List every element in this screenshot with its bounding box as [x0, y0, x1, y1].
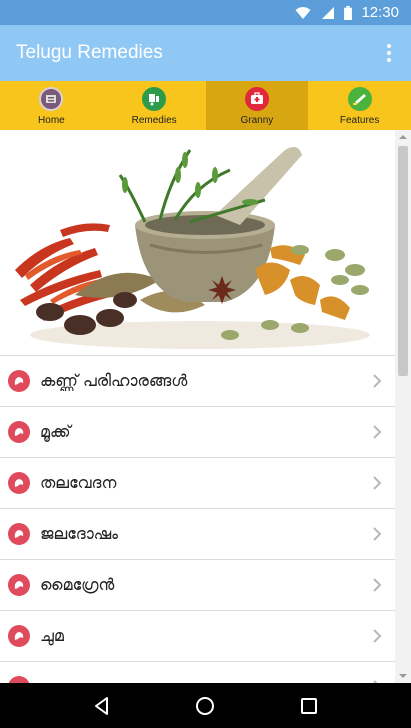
tab-label: Features — [339, 115, 380, 126]
scrollbar[interactable] — [395, 130, 411, 683]
status-bar: 12:30 — [0, 0, 411, 25]
first-aid-kit-icon — [244, 87, 269, 111]
back-icon[interactable] — [82, 686, 122, 726]
list-item[interactable]: മൈഗ്രേൻ — [0, 559, 395, 610]
scroll-up-arrow-icon[interactable] — [395, 130, 411, 144]
list-item-label: തലവേദന — [40, 473, 117, 492]
list-item[interactable]: കണ്ണ് പരിഹാരങ്ങൾ — [0, 355, 395, 406]
app-screen: 12:30 Telugu Remedies Home Remedies Gran… — [0, 0, 411, 728]
hero-image — [0, 130, 395, 353]
remedy-list-icon — [8, 574, 30, 596]
chevron-right-icon — [373, 578, 382, 592]
battery-icon — [344, 5, 353, 20]
list-item[interactable] — [0, 661, 395, 683]
list-item-label: ജലദോഷം — [40, 524, 118, 543]
chevron-right-icon — [373, 374, 382, 388]
list-item-label: ചുമ — [40, 626, 64, 645]
chevron-right-icon — [373, 425, 382, 439]
remedy-list-icon — [8, 523, 30, 545]
list-item[interactable]: ജലദോഷം — [0, 508, 395, 559]
tab-remedies[interactable]: Remedies — [103, 81, 206, 130]
wifi-icon — [295, 6, 311, 19]
remedy-list-icon — [8, 676, 30, 683]
tab-label: Granny — [240, 115, 274, 126]
home-icon — [39, 87, 64, 111]
remedy-list-icon — [8, 421, 30, 443]
remedies-icon — [142, 87, 167, 111]
app-title: Telugu Remedies — [16, 42, 163, 63]
remedy-list-icon — [8, 370, 30, 392]
tab-bar: Home Remedies Granny Features — [0, 81, 411, 130]
list-item[interactable]: മൂക്ക് — [0, 406, 395, 457]
list-item[interactable]: ചുമ — [0, 610, 395, 661]
scroll-down-arrow-icon[interactable] — [395, 669, 411, 683]
list-item-label: കണ്ണ് പരിഹാരങ്ങൾ — [40, 371, 188, 390]
remedy-list-icon — [8, 625, 30, 647]
remedy-list-icon — [8, 472, 30, 494]
signal-icon — [322, 6, 335, 19]
tab-granny[interactable]: Granny — [205, 81, 309, 130]
list-item[interactable]: തലവേദന — [0, 457, 395, 508]
tab-label: Remedies — [131, 115, 177, 126]
app-bar: Telugu Remedies — [0, 25, 411, 81]
chevron-right-icon — [373, 476, 382, 490]
scroll-thumb[interactable] — [398, 146, 408, 376]
home-circle-icon[interactable] — [185, 686, 225, 726]
features-icon — [347, 87, 372, 111]
tab-features[interactable]: Features — [308, 81, 411, 130]
tab-home[interactable]: Home — [0, 81, 103, 130]
navigation-bar — [0, 683, 411, 728]
herbs-mortar-pestle-image — [15, 146, 370, 349]
overflow-menu-icon[interactable] — [369, 33, 409, 73]
remedies-list: കണ്ണ് പരിഹാരങ്ങൾ മൂക്ക് തലവേദന ജലദോഷം മൈ… — [0, 355, 395, 683]
chevron-right-icon — [373, 527, 382, 541]
tab-label: Home — [38, 115, 65, 126]
status-time: 12:30 — [361, 4, 399, 21]
list-item-label: മൈഗ്രേൻ — [40, 575, 115, 594]
recents-icon[interactable] — [289, 686, 329, 726]
chevron-right-icon — [373, 629, 382, 643]
list-item-label: മൂക്ക് — [40, 422, 71, 441]
